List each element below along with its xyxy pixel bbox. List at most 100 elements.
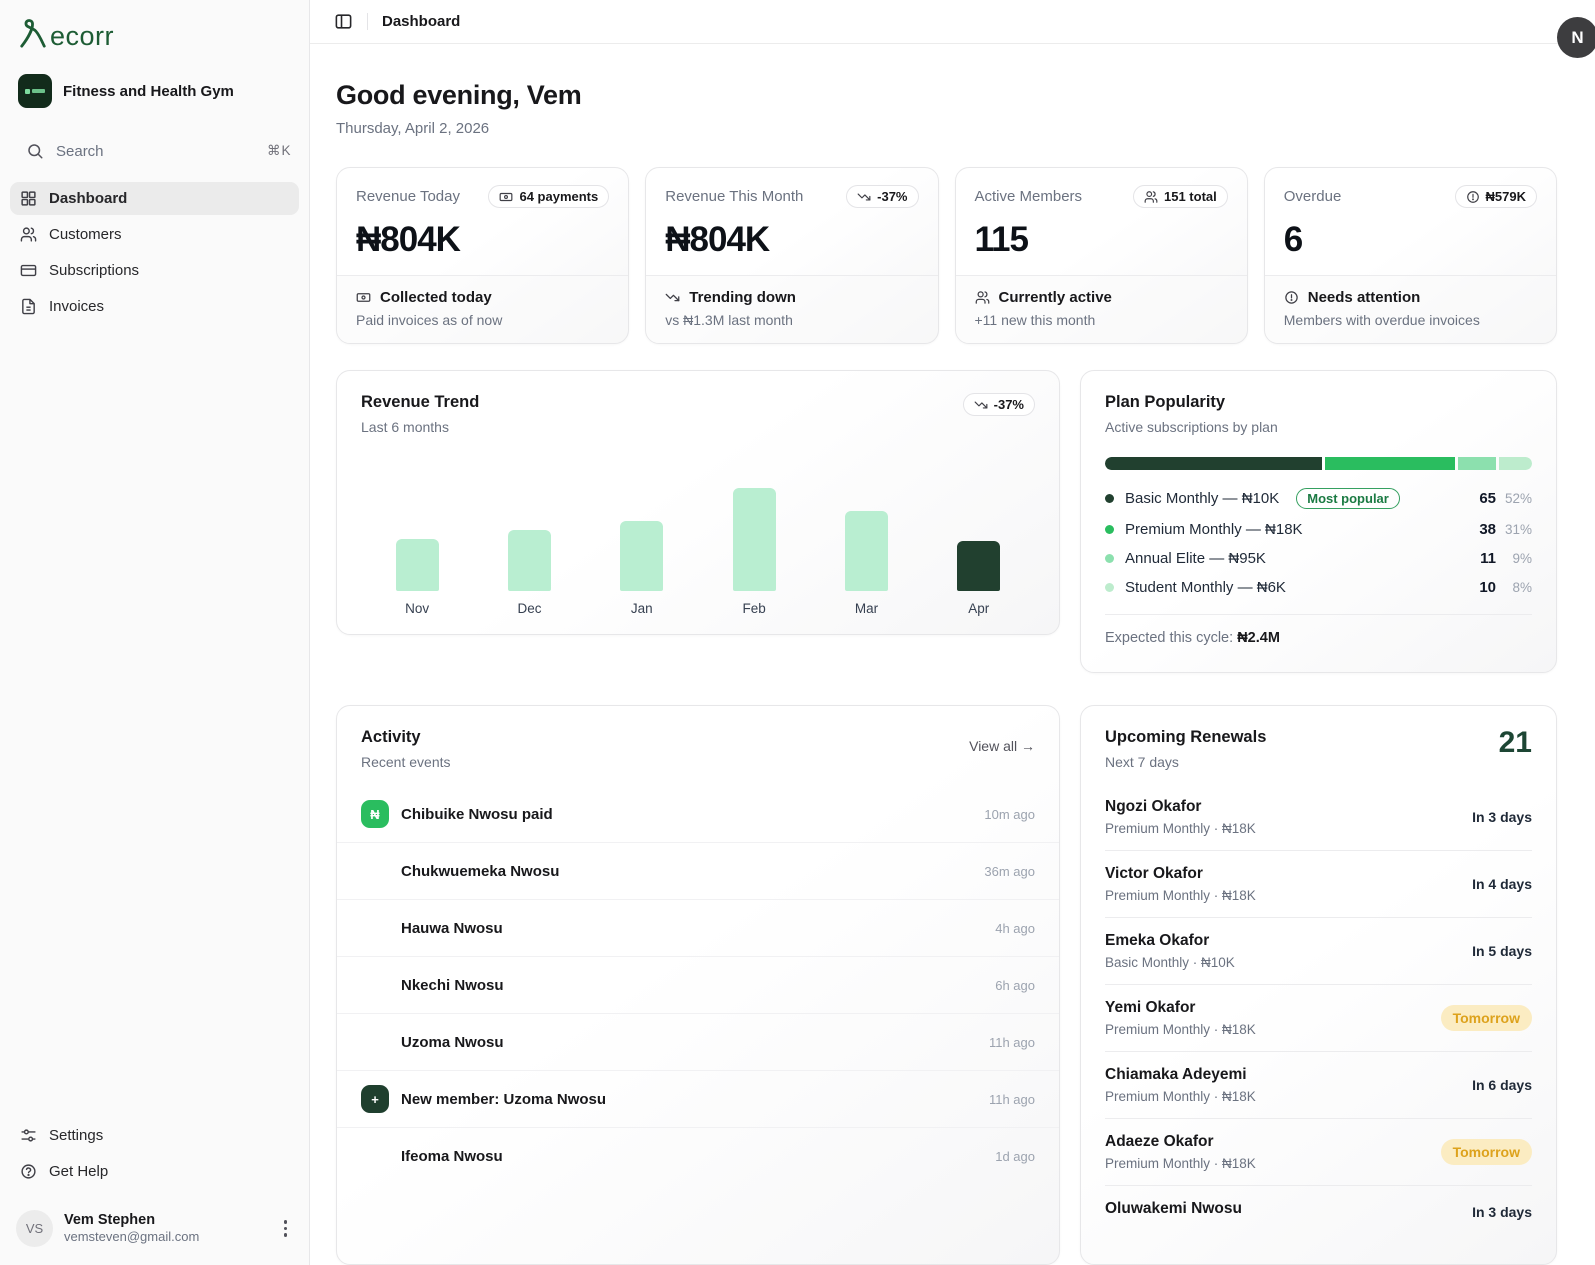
chart-bar-mar: Mar [810,443,922,616]
search-icon [26,142,44,160]
due-badge-tomorrow: Tomorrow [1441,1139,1532,1165]
user-menu[interactable]: VS Vem Stephen vemsteven@gmail.com [10,1202,299,1251]
sidebar-item-get-help[interactable]: Get Help [10,1155,299,1188]
due-label: In 3 days [1472,809,1532,825]
app-logo[interactable]: ecorr [10,14,299,50]
stat-card-revenue-month: Revenue This Month -37% ₦804K [645,167,938,344]
stat-value: 115 [975,220,1228,260]
sidebar-item-label: Settings [49,1127,103,1144]
sidebar-item-label: Invoices [49,298,104,315]
chart-bar-feb: Feb [698,443,810,616]
expected-cycle-total: Expected this cycle: ₦2.4M [1105,614,1532,646]
topbar: Dashboard [310,0,1595,44]
revenue-trend-subtitle: Last 6 months [361,419,479,435]
file-text-icon [20,298,37,315]
plan-segment-3 [1499,457,1532,470]
main-area: Dashboard N Good evening, Vem Thursday, … [310,0,1595,1265]
chart-bar-jan: Jan [586,443,698,616]
due-label: In 5 days [1472,943,1532,959]
alert-circle-icon [1284,290,1299,305]
view-all-link[interactable]: View all → [969,738,1035,754]
stat-badge: ₦579K [1455,185,1537,208]
plan-distribution-bar [1105,457,1532,470]
stat-value: ₦804K [356,220,609,260]
icon-placeholder [361,1028,389,1056]
revenue-trend-card: Revenue Trend Last 6 months -37% NovDecJ… [336,370,1060,635]
account-avatar[interactable]: N [1557,17,1595,58]
user-email: vemsteven@gmail.com [64,1229,267,1245]
org-switcher[interactable]: Fitness and Health Gym [10,74,299,108]
banknote-icon [499,190,513,204]
search-shortcut: ⌘K [267,143,292,159]
activity-card: Activity Recent events View all → ₦ Chib… [336,705,1060,1265]
stat-label: Overdue [1284,188,1342,205]
sidebar-item-label: Dashboard [49,190,127,207]
trending-down-icon [974,398,988,412]
sidebar-item-invoices[interactable]: Invoices [10,290,299,323]
renewal-row: Emeka OkaforBasic Monthly · ₦10K In 5 da… [1105,918,1532,985]
plan-popularity-subtitle: Active subscriptions by plan [1105,419,1532,435]
renewals-title: Upcoming Renewals [1105,728,1266,747]
sidebar-item-dashboard[interactable]: Dashboard [10,182,299,215]
activity-title: Activity [361,728,451,747]
plan-dot [1105,583,1114,592]
trending-down-icon [857,190,871,204]
trend-badge: -37% [963,393,1035,416]
due-label: In 3 days [1472,1204,1532,1220]
avatar: VS [16,1210,53,1247]
logo-text: ecorr [50,23,114,50]
credit-card-icon [20,262,37,279]
icon-placeholder [361,857,389,885]
sidebar-item-settings[interactable]: Settings [10,1119,299,1152]
kebab-menu-icon[interactable] [278,1214,294,1243]
stat-badge: -37% [846,185,918,208]
topbar-divider [367,13,368,30]
sidebar-footer-nav: Settings Get Help [10,1119,299,1188]
sidebar-toggle-icon[interactable] [334,12,353,31]
stat-label: Revenue Today [356,188,460,205]
plan-popularity-title: Plan Popularity [1105,393,1532,412]
renewal-row: Adaeze OkaforPremium Monthly · ₦18K Tomo… [1105,1119,1532,1186]
plan-row-annual-elite: Annual Elite — ₦95K 119% [1105,550,1532,567]
sidebar-item-label: Customers [49,226,122,243]
plan-row-basic-monthly: Basic Monthly — ₦10K Most popular 6552% [1105,488,1532,509]
org-name: Fitness and Health Gym [63,83,234,100]
activity-row: Nkechi Nwosu 6h ago [337,956,1059,1013]
due-label: In 4 days [1472,876,1532,892]
activity-row: ₦ Chibuike Nwosu paid 10m ago [337,786,1059,842]
plan-segment-1 [1325,457,1455,470]
sidebar-item-subscriptions[interactable]: Subscriptions [10,254,299,287]
icon-placeholder [361,1142,389,1170]
sidebar: ecorr Fitness and Health Gym ⌘K Dashboar… [0,0,310,1265]
most-popular-badge: Most popular [1296,488,1400,509]
revenue-trend-title: Revenue Trend [361,393,479,412]
help-circle-icon [20,1163,37,1180]
plan-segment-0 [1105,457,1322,470]
stat-label: Revenue This Month [665,188,803,205]
stat-card-revenue-today: Revenue Today 64 payments ₦804K [336,167,629,344]
renewals-subtitle: Next 7 days [1105,754,1266,770]
plan-dot [1105,525,1114,534]
stat-label: Active Members [975,188,1083,205]
page-date: Thursday, April 2, 2026 [336,120,1557,137]
alert-circle-icon [1466,190,1480,204]
plan-popularity-card: Plan Popularity Active subscriptions by … [1080,370,1557,673]
org-avatar [18,74,52,108]
search-bar[interactable]: ⌘K [16,134,293,168]
chart-bar-nov: Nov [361,443,473,616]
sidebar-item-customers[interactable]: Customers [10,218,299,251]
naira-payment-icon: ₦ [361,800,389,828]
sidebar-item-label: Subscriptions [49,262,139,279]
activity-row: Ifeoma Nwosu 1d ago [337,1127,1059,1184]
icon-placeholder [361,914,389,942]
trending-down-icon [665,290,680,305]
user-name: Vem Stephen [64,1211,267,1229]
plan-row-student-monthly: Student Monthly — ₦6K 108% [1105,579,1532,596]
stats-row: Revenue Today 64 payments ₦804K [336,167,1557,344]
activity-row: + New member: Uzoma Nwosu 11h ago [337,1070,1059,1127]
search-input[interactable] [56,143,255,160]
dashboard-grid-icon [20,190,37,207]
activity-row: Uzoma Nwosu 11h ago [337,1013,1059,1070]
stat-badge: 151 total [1133,185,1228,208]
renewal-row: Victor OkaforPremium Monthly · ₦18K In 4… [1105,851,1532,918]
